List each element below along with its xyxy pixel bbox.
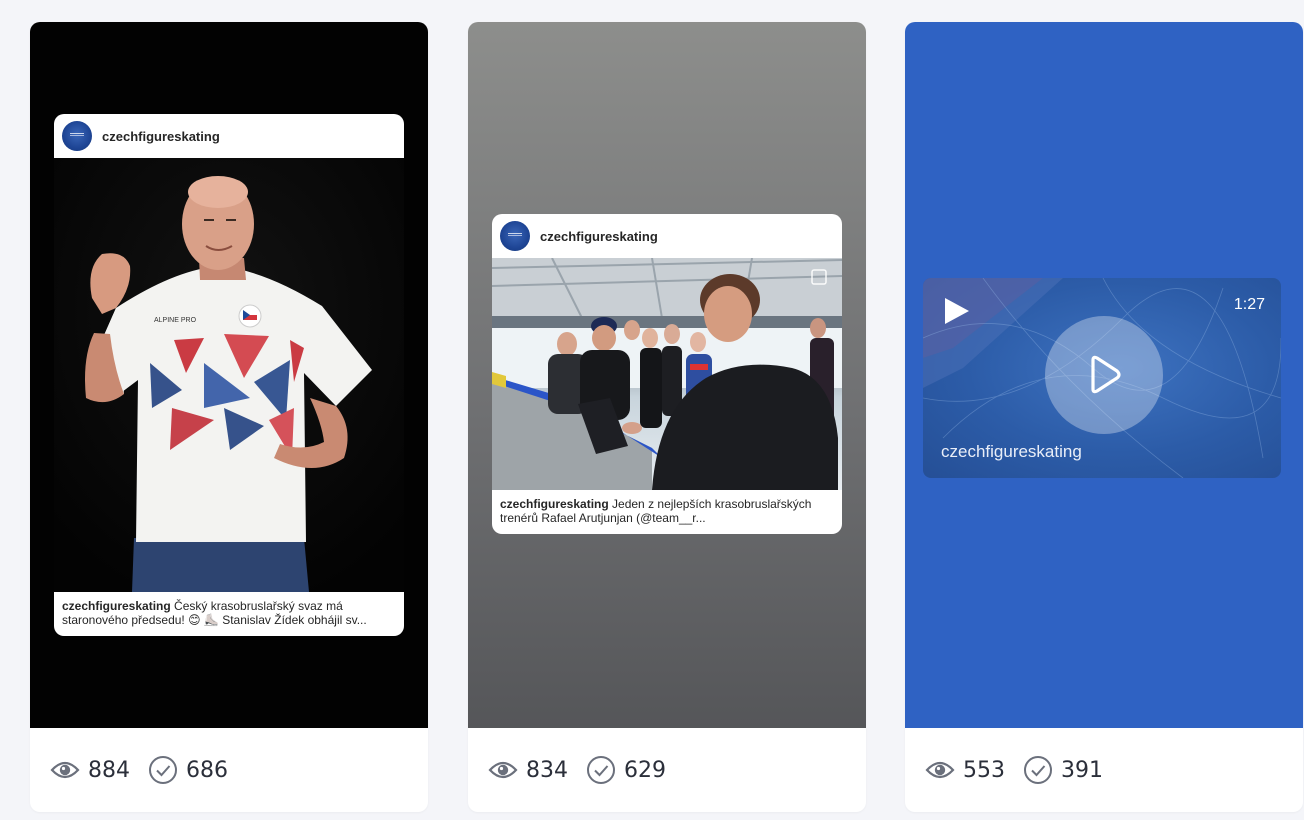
views-stat: 553 [925,758,1005,783]
post-photo [492,258,842,490]
story-card[interactable]: czechfigureskating [468,22,866,812]
embedded-post: czechfigureskating [54,114,404,636]
check-circle-icon [1024,756,1052,784]
post-caption: czechfigureskating Český krasobruslařský… [54,592,404,636]
views-stat: 834 [488,758,568,783]
embedded-post: czechfigureskating [492,214,842,534]
video-username: czechfigureskating [941,442,1082,461]
reach-count: 686 [186,757,228,783]
check-circle-icon [149,756,177,784]
post-caption: czechfigureskating Jeden z nejlepších kr… [492,490,842,534]
story-stats: 834 629 [468,728,866,812]
reach-stat: 629 [586,755,666,785]
story-card[interactable]: czechfigureskating [30,22,428,812]
skater-portrait-image: ALPINE PRO [54,158,404,592]
post-username: czechfigureskating [102,128,220,144]
views-stat: 884 [50,758,130,783]
caption-username: czechfigureskating [62,599,171,613]
post-photo: ALPINE PRO [54,158,404,592]
story-stats: 884 686 [30,728,428,812]
story-preview[interactable]: czechfigureskating [468,22,866,728]
play-icon [945,298,969,324]
reach-count: 629 [624,757,666,783]
post-username: czechfigureskating [540,228,658,244]
ice-rink-coaching-image [492,258,842,490]
post-header: czechfigureskating [492,214,842,258]
eye-icon [50,761,80,779]
video-duration: 1:27 [1233,296,1265,313]
reach-stat: 686 [148,755,228,785]
check-circle-icon [587,756,615,784]
story-card[interactable]: p . 1:27 [905,22,1303,812]
post-header: czechfigureskating [54,114,404,158]
caption-username: czechfigureskating [500,497,609,511]
video-embed[interactable]: 1:27 czechfigureskating [923,278,1281,478]
views-count: 553 [963,757,1005,783]
story-preview[interactable]: p . 1:27 [905,22,1303,728]
story-stats: 553 391 [905,728,1303,812]
play-outline-icon [1091,355,1121,394]
views-count: 884 [88,757,130,783]
reach-stat: 391 [1023,755,1103,785]
avatar [500,221,530,251]
stories-grid: czechfigureskating ALPINE PRO czechfigur… [0,0,1304,820]
svg-text:ALPINE PRO: ALPINE PRO [154,317,197,324]
avatar [62,121,92,151]
play-button[interactable] [1045,316,1163,434]
views-count: 834 [526,757,568,783]
eye-icon [488,761,518,779]
eye-icon [925,761,955,779]
story-preview[interactable]: czechfigureskating [30,22,428,728]
reach-count: 391 [1061,757,1103,783]
